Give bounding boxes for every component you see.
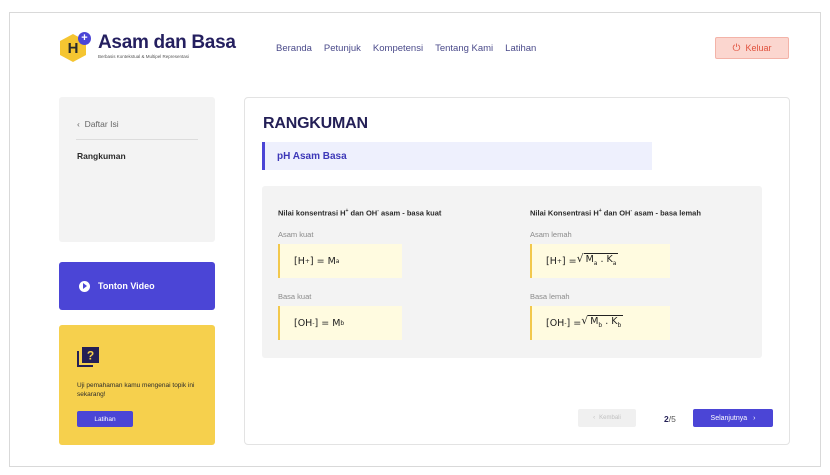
table-of-contents: ‹ Daftar Isi Rangkuman bbox=[59, 97, 215, 242]
strong-base-label: Basa kuat bbox=[278, 292, 312, 301]
logout-button[interactable]: ⏻ Keluar bbox=[715, 37, 789, 59]
weak-acid-formula: [H +] = √ Ma . Ka bbox=[530, 244, 670, 278]
latihan-button[interactable]: Latihan bbox=[77, 411, 133, 427]
toc-item-rangkuman[interactable]: Rangkuman bbox=[77, 151, 126, 161]
watch-video-label: Tonton Video bbox=[98, 281, 155, 291]
toc-back-link[interactable]: ‹ Daftar Isi bbox=[77, 119, 119, 129]
weak-base-formula: [OH -] = √ Mb . Kb bbox=[530, 306, 670, 340]
brand-title: Asam dan Basa bbox=[98, 32, 236, 53]
main-panel: RANGKUMAN pH Asam Basa Nilai konsentrasi… bbox=[244, 97, 790, 445]
weak-acid-base-heading: Nilai Konsentrasi H+ dan OH- asam - basa… bbox=[530, 208, 701, 218]
brand-subtitle: Berbasis Kontekstual & Multipel Represen… bbox=[98, 54, 190, 59]
quiz-question-icon: ? bbox=[77, 347, 99, 367]
strong-acid-formula: [H +] = Ma bbox=[278, 244, 402, 278]
prev-label: Kembali bbox=[599, 415, 621, 421]
page-title: RANGKUMAN bbox=[263, 115, 368, 132]
next-button[interactable]: Selanjutnya › bbox=[693, 409, 773, 427]
nav-tentang-kami[interactable]: Tentang Kami bbox=[435, 43, 493, 54]
nav-petunjuk[interactable]: Petunjuk bbox=[324, 43, 361, 54]
weak-base-label: Basa lemah bbox=[530, 292, 570, 301]
nav-kompetensi[interactable]: Kompetensi bbox=[373, 43, 423, 54]
nav-latihan[interactable]: Latihan bbox=[505, 43, 536, 54]
section-banner: pH Asam Basa bbox=[262, 142, 652, 170]
chevron-right-icon: › bbox=[753, 414, 756, 422]
chevron-left-icon: ‹ bbox=[593, 415, 596, 421]
main-nav: Beranda Petunjuk Kompetensi Tentang Kami… bbox=[276, 43, 536, 54]
nav-beranda[interactable]: Beranda bbox=[276, 43, 312, 54]
next-label: Selanjutnya bbox=[710, 414, 748, 422]
svg-text:?: ? bbox=[87, 349, 94, 363]
quiz-prompt-text: Uji pemahaman kamu mengenai topik ini se… bbox=[77, 382, 195, 398]
summary-box: Nilai konsentrasi H+ dan OH- asam - basa… bbox=[262, 186, 762, 358]
chevron-left-icon: ‹ bbox=[77, 119, 80, 129]
logout-label: Keluar bbox=[745, 43, 772, 53]
toc-divider bbox=[76, 139, 198, 140]
strong-acid-base-heading: Nilai konsentrasi H+ dan OH- asam - basa… bbox=[278, 208, 442, 218]
power-icon: ⏻ bbox=[732, 42, 741, 54]
watch-video-button[interactable]: Tonton Video bbox=[59, 262, 215, 310]
weak-acid-label: Asam lemah bbox=[530, 230, 572, 239]
strong-base-formula: [OH -] = Mb bbox=[278, 306, 402, 340]
plus-badge-icon: + bbox=[78, 32, 91, 45]
strong-acid-label: Asam kuat bbox=[278, 230, 314, 239]
play-icon bbox=[79, 280, 90, 292]
page-indicator: 2/5 bbox=[664, 414, 676, 424]
logo-letter: H bbox=[67, 39, 79, 57]
prev-button[interactable]: ‹ Kembali bbox=[578, 409, 636, 427]
toc-back-label: Daftar Isi bbox=[84, 119, 119, 129]
total-pages: /5 bbox=[668, 414, 676, 424]
quiz-card: ? Uji pemahaman kamu mengenai topik ini … bbox=[59, 325, 215, 445]
brand: Asam dan Basa Berbasis Kontekstual & Mul… bbox=[98, 32, 236, 59]
